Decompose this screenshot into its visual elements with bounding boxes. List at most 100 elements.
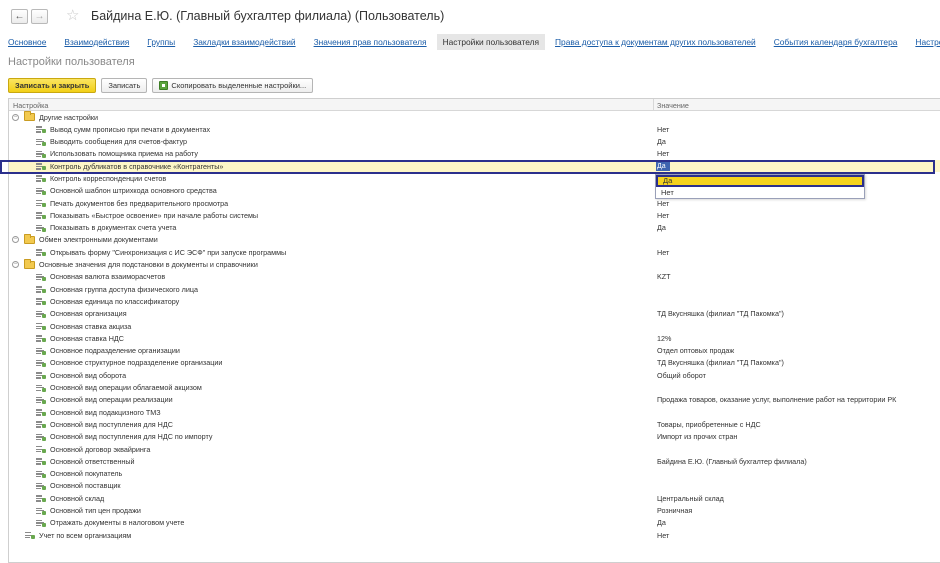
setting-value[interactable]: Продажа товаров, оказание услуг, выполне… xyxy=(657,395,896,404)
tab-item[interactable]: Основное xyxy=(6,34,48,50)
setting-value[interactable]: Центральный склад xyxy=(657,494,724,503)
table-row[interactable]: Открывать форму "Синхронизация с ИС ЭСФ"… xyxy=(9,246,940,258)
tab-item[interactable]: Закладки взаимодействий xyxy=(191,34,297,50)
collapse-toggle-icon[interactable]: − xyxy=(12,113,19,121)
table-row[interactable]: Основная ставка акциза xyxy=(9,320,940,332)
setting-value[interactable]: Нет xyxy=(657,149,669,158)
setting-value[interactable]: Да xyxy=(657,223,666,232)
setting-value[interactable]: Товары, приобретенные с НДС xyxy=(657,420,761,429)
setting-value[interactable]: Нет xyxy=(657,211,669,220)
collapse-toggle-icon[interactable]: − xyxy=(12,236,19,244)
tab-item[interactable]: Группы xyxy=(145,34,177,50)
table-row[interactable]: Вывод сумм прописью при печати в докумен… xyxy=(9,123,940,135)
setting-item-icon xyxy=(36,445,46,454)
back-button[interactable]: ← xyxy=(11,9,28,24)
folder-icon xyxy=(24,111,35,121)
tab-item[interactable]: Значения прав пользователя xyxy=(312,34,429,50)
setting-value[interactable]: Нет xyxy=(657,531,669,540)
forward-button[interactable]: → xyxy=(31,9,48,24)
tab-item[interactable]: Права доступа к документам других пользо… xyxy=(553,34,758,50)
table-row[interactable]: Показывать в документах счета учета Да xyxy=(9,222,940,234)
setting-item-icon xyxy=(36,507,46,515)
setting-item-icon xyxy=(36,494,46,503)
setting-value[interactable]: Розничная xyxy=(657,506,692,515)
column-divider xyxy=(653,99,654,111)
table-row[interactable]: Основное структурное подразделение орган… xyxy=(9,357,940,369)
setting-item-icon xyxy=(36,408,46,417)
table-row[interactable]: Основной вид оборота Общий оборот xyxy=(9,369,940,381)
group-row[interactable]: − Основные значения для подстановки в док… xyxy=(9,258,940,271)
tab-item[interactable]: Настройки xyxy=(913,34,940,50)
group-row[interactable]: − Обмен электронными документами xyxy=(9,233,940,246)
table-row[interactable]: Основной тип цен продажи Розничная xyxy=(9,505,940,517)
group-row[interactable]: − Другие настройки xyxy=(9,111,940,123)
table-row[interactable]: Основной поставщик xyxy=(9,480,940,492)
table-row[interactable]: Основной вид операции реализации Продажа … xyxy=(9,394,940,406)
setting-item-icon xyxy=(36,371,46,380)
tab-item[interactable]: Взаимодействия xyxy=(62,34,131,50)
table-row[interactable]: Основной покупатель xyxy=(9,468,940,480)
table-row[interactable]: Основная организация ТД Вкусняшка (филиал… xyxy=(9,308,940,320)
table-row[interactable]: Показывать «Быстрое освоение» при начале… xyxy=(9,209,940,221)
setting-value[interactable]: Импорт из прочих стран xyxy=(657,432,737,441)
table-row[interactable]: Основной склад Центральный склад xyxy=(9,492,940,504)
setting-value[interactable]: Нет xyxy=(657,199,669,208)
table-row[interactable]: Выводить сообщения для счетов-фактур Да xyxy=(9,136,940,148)
setting-value[interactable]: Нет xyxy=(657,248,669,257)
collapse-toggle-icon[interactable]: − xyxy=(12,261,19,269)
setting-item-icon xyxy=(36,359,46,367)
dropdown-option[interactable]: Нет xyxy=(656,187,864,199)
setting-label: Основное подразделение организации xyxy=(50,346,180,356)
setting-item-icon xyxy=(25,531,35,540)
tab-item[interactable]: Настройки пользователя xyxy=(436,34,546,50)
setting-label: Выводить сообщения для счетов-фактур xyxy=(50,137,188,147)
table-row[interactable]: Основной ответственный Байдина Е.Ю. (Глав… xyxy=(9,455,940,467)
setting-value[interactable]: ТД Вкусняшка (филиал "ТД Пакомка") xyxy=(657,358,784,367)
save-button[interactable]: Записать xyxy=(101,78,148,93)
dropdown-option[interactable]: Да xyxy=(656,175,864,187)
table-row[interactable]: Основное подразделение организации Отдел … xyxy=(9,345,940,357)
window-title: Байдина Е.Ю. (Главный бухгалтер филиала)… xyxy=(91,9,445,23)
table-row[interactable]: Основной вид поступления для НДС Товары, … xyxy=(9,418,940,430)
setting-label: Основной ответственный xyxy=(50,456,135,466)
setting-value[interactable]: KZT xyxy=(657,272,671,281)
setting-label: Основная единица по классификатору xyxy=(50,296,180,306)
setting-item-icon xyxy=(36,224,46,232)
settings-table: Настройка Значение − Другие настройки Выво… xyxy=(8,98,940,563)
table-row[interactable]: Основной вид операции облагаемой акцизом xyxy=(9,382,940,394)
setting-item-icon xyxy=(36,150,46,158)
column-header-setting[interactable]: Настройка xyxy=(13,101,48,110)
table-row[interactable]: Основная группа доступа физического лица xyxy=(9,283,940,295)
setting-value[interactable]: Нет xyxy=(657,125,669,134)
table-row[interactable]: Контроль дубликатов в справочнике «Контр… xyxy=(9,160,940,173)
setting-value[interactable]: Байдина Е.Ю. (Главный бухгалтер филиала) xyxy=(657,457,807,466)
table-row[interactable]: Учет по всем организациям Нет xyxy=(9,529,940,541)
save-and-close-button[interactable]: Записать и закрыть xyxy=(8,78,97,93)
table-row[interactable]: Основной вид подакцизного ТМЗ xyxy=(9,406,940,418)
tab-item[interactable]: События календаря бухгалтера xyxy=(772,34,900,50)
setting-value[interactable]: Общий оборот xyxy=(657,371,706,380)
setting-item-icon xyxy=(36,384,46,392)
setting-value[interactable]: Отдел оптовых продаж xyxy=(657,346,734,355)
setting-value[interactable]: 12% xyxy=(657,334,671,343)
setting-value[interactable]: Да xyxy=(657,518,666,527)
setting-label: Использовать помощника приема на работу xyxy=(50,149,198,159)
table-row[interactable]: Основной вид поступления для НДС по импо… xyxy=(9,431,940,443)
setting-label: Основная ставка акциза xyxy=(50,321,132,331)
column-header-value[interactable]: Значение xyxy=(657,101,689,110)
table-row[interactable]: Основная ставка НДС 12% xyxy=(9,332,940,344)
setting-label: Показывать «Быстрое освоение» при начале… xyxy=(50,210,259,220)
setting-item-icon xyxy=(36,174,46,183)
setting-value[interactable]: ТД Вкусняшка (филиал "ТД Пакомка") xyxy=(657,309,784,318)
setting-label: Контроль корреспонденции счетов xyxy=(50,173,167,183)
favorite-star-icon[interactable]: ☆ xyxy=(66,6,79,24)
table-row[interactable]: Отражать документы в налоговом учете Да xyxy=(9,517,940,529)
table-row[interactable]: Основная валюта взаиморасчетов KZT xyxy=(9,271,940,283)
copy-settings-button[interactable]: Скопировать выделенные настройки... xyxy=(152,78,314,93)
table-row[interactable]: Использовать помощника приема на работу Н… xyxy=(9,148,940,160)
table-row[interactable]: Основной договор эквайринга xyxy=(9,443,940,455)
table-row[interactable]: Основная единица по классификатору xyxy=(9,295,940,307)
setting-value[interactable]: Да xyxy=(657,137,666,146)
setting-item-icon xyxy=(36,470,46,478)
value-cell-editor[interactable]: Да xyxy=(656,162,670,171)
